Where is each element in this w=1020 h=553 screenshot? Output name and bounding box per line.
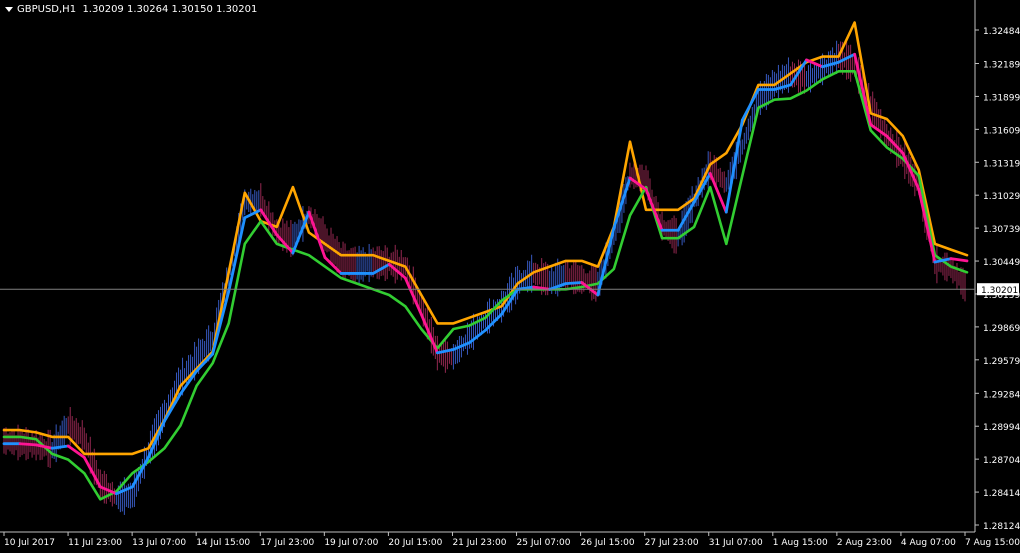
ohlc-label: 1.30209 1.30264 1.30150 1.30201 — [82, 4, 258, 15]
y-tick-label: 1.31319 — [983, 159, 1020, 169]
trend-line-segment — [724, 118, 744, 214]
y-tick-label: 1.32189 — [983, 60, 1020, 70]
x-tick-label: 4 Aug 07:00 — [901, 538, 956, 548]
chart-window[interactable]: 1.32484 1.32189 1.31899 1.31609 1.31319 1.310… — [0, 0, 1020, 549]
y-tick-label: 1.28704 — [983, 456, 1020, 466]
y-tick-label: 1.28124 — [983, 522, 1020, 532]
price-chart[interactable]: 1.32484 1.32189 1.31899 1.31609 1.31319 1.310… — [0, 0, 1020, 549]
lower-band-line — [2, 70, 969, 501]
chart-header: GBPUSD,H1 1.30209 1.30264 1.30150 1.3020… — [5, 4, 257, 15]
y-tick-label: 1.28994 — [983, 423, 1020, 433]
y-tick-label: 1.31029 — [983, 192, 1020, 202]
x-tick-label: 20 Jul 15:00 — [388, 538, 442, 548]
trend-line-segment — [564, 281, 584, 286]
x-tick-label: 25 Jul 07:00 — [517, 538, 571, 548]
x-tick-label: 19 Jul 07:00 — [324, 538, 378, 548]
x-tick-label: 2 Aug 23:00 — [837, 538, 892, 548]
y-tick-label: 1.32484 — [983, 27, 1020, 37]
x-tick-label: 10 Jul 2017 — [4, 538, 55, 548]
x-tick-label: 13 Jul 07:00 — [132, 538, 186, 548]
x-tick-label: 17 Jul 23:00 — [260, 538, 314, 548]
x-tick-label: 31 Jul 07:00 — [709, 538, 763, 548]
y-tick-label: 1.31899 — [983, 93, 1020, 103]
x-tick-label: 21 Jul 23:00 — [452, 538, 506, 548]
trend-line-segment — [917, 187, 937, 264]
x-tick-label: 27 Jul 23:00 — [645, 538, 699, 548]
y-tick-label: 1.30449 — [983, 258, 1020, 268]
symbol-label: GBPUSD,H1 — [17, 4, 77, 15]
y-tick-label: 1.31609 — [983, 126, 1020, 136]
current-price-label: 1.30201 — [981, 286, 1018, 296]
chart-menu-triangle-icon[interactable] — [5, 6, 13, 12]
y-tick-label: 1.29284 — [983, 390, 1020, 400]
x-tick-label: 1 Aug 15:00 — [773, 538, 828, 548]
upper-band-line — [2, 21, 969, 456]
y-tick-label: 1.30739 — [983, 225, 1020, 235]
x-tick-label: 26 Jul 15:00 — [581, 538, 635, 548]
x-tick-label: 11 Jul 23:00 — [68, 538, 122, 548]
y-tick-label: 1.28414 — [983, 489, 1020, 499]
y-tick-label: 1.29869 — [983, 324, 1020, 334]
x-tick-label: 7 Aug 15:00 — [965, 538, 1020, 548]
y-tick-label: 1.29579 — [983, 357, 1020, 367]
x-tick-label: 14 Jul 15:00 — [196, 538, 250, 548]
trend-line-segment — [18, 442, 38, 447]
